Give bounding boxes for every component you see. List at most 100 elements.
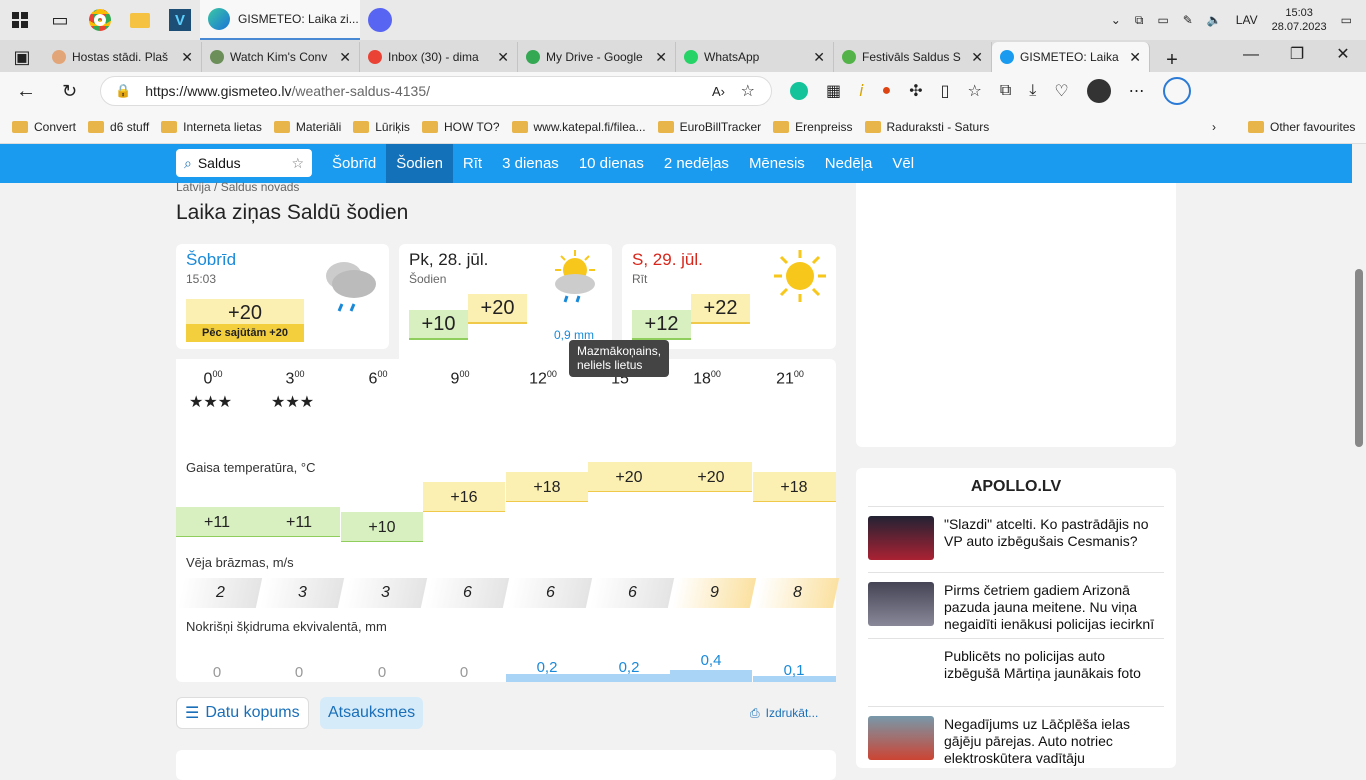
tab[interactable]: Watch Kim's Conv ✕ — [202, 42, 360, 72]
bookmark-item[interactable]: Erenpreiss — [773, 120, 853, 134]
url-input[interactable]: 🔒 https://www.gismeteo.lv/weather-saldus… — [100, 76, 772, 106]
nav-link[interactable]: 2 nedēļas — [654, 144, 739, 183]
taskbar-edge-window[interactable]: GISMETEO: Laika zi... — [200, 0, 360, 40]
tab[interactable]: Inbox (30) - dima ✕ — [360, 42, 518, 72]
taskbar: ▭ V GISMETEO: Laika zi... ⌄ ⧉ ▭ ✎ 🔈 LAV … — [0, 0, 1366, 40]
network-icon[interactable]: ▭ — [1157, 13, 1168, 27]
close-window-icon[interactable]: ✕ — [1320, 40, 1366, 70]
file-explorer-icon[interactable] — [120, 0, 160, 40]
performance-icon[interactable]: ♡ — [1054, 81, 1068, 101]
tab[interactable]: WhatsApp ✕ — [676, 42, 834, 72]
extensions-icon[interactable]: ✣ — [909, 81, 922, 101]
more-icon[interactable]: ⋯ — [1129, 81, 1145, 101]
bing-icon[interactable] — [1162, 77, 1191, 105]
bookmark-item[interactable]: www.katepal.fi/filea... — [511, 120, 646, 134]
news-item[interactable]: Negadījums uz Lāčplēša ielas gājēju pāre… — [868, 706, 1164, 767]
news-thumbnail[interactable] — [868, 516, 934, 560]
close-tab-icon[interactable]: ✕ — [339, 49, 351, 66]
folder-icon — [773, 120, 790, 133]
news-item[interactable]: Pirms četriem gadiem Arizonā pazuda jaun… — [868, 572, 1164, 633]
close-tab-icon[interactable]: ✕ — [655, 49, 667, 66]
extension-icon[interactable]: ● — [882, 82, 892, 100]
news-thumbnail[interactable] — [868, 716, 934, 760]
svg-text:★: ★ — [299, 394, 315, 411]
refresh-icon[interactable]: ↻ — [62, 81, 77, 102]
extension-icon[interactable]: ▦ — [826, 81, 841, 101]
bookmark-item[interactable]: d6 stuff — [88, 120, 149, 134]
tab[interactable]: GISMETEO: Laika ✕ — [992, 42, 1150, 72]
nav-link[interactable]: Šobrīd — [322, 144, 386, 183]
bookmark-item[interactable]: Lūriķis — [353, 120, 410, 134]
favorites-icon[interactable]: ☆ — [967, 81, 981, 101]
nav-link[interactable]: Šodien — [386, 144, 453, 183]
close-tab-icon[interactable]: ✕ — [971, 49, 983, 66]
new-tab-icon[interactable]: + — [1150, 49, 1194, 72]
clock[interactable]: 15:03 28.07.2023 — [1272, 6, 1327, 34]
restore-icon[interactable]: ❐ — [1274, 40, 1320, 70]
nav-link[interactable]: Nedēļa — [815, 144, 883, 183]
breadcrumb[interactable]: Latvija / Saldus novads — [176, 180, 299, 194]
chevron-up-icon[interactable]: ⌄ — [1111, 13, 1121, 27]
notification-icon[interactable]: ▭ — [1341, 13, 1352, 27]
volume-icon[interactable]: 🔈 — [1207, 13, 1222, 27]
tray-icon[interactable]: ⧉ — [1135, 13, 1144, 28]
precip-value: 0 — [377, 664, 387, 681]
minimize-icon[interactable]: — — [1228, 40, 1274, 70]
chrome-icon[interactable] — [80, 0, 120, 40]
news-item[interactable]: "Slazdi" atcelti. Ko pastrādājis no VP a… — [868, 506, 1164, 560]
scrollbar[interactable] — [1352, 144, 1366, 768]
bookmark-item[interactable]: Materiāli — [273, 120, 341, 134]
tab-actions-icon[interactable]: ▣ — [0, 42, 44, 72]
extension-icon[interactable]: 𝘪 — [859, 81, 863, 101]
avatar[interactable] — [1086, 79, 1111, 103]
bookmark-item[interactable]: HOW TO? — [421, 120, 500, 134]
precip-value: 0,2 — [536, 659, 558, 676]
hour-label: 600 — [368, 369, 388, 388]
chevron-right-icon[interactable]: › — [1212, 120, 1216, 134]
star-icon[interactable]: ☆ — [291, 155, 304, 172]
close-tab-icon[interactable]: ✕ — [497, 49, 509, 66]
close-tab-icon[interactable]: ✕ — [181, 49, 193, 66]
print-button[interactable]: ⎙ Izdrukāt... — [742, 697, 826, 729]
grammarly-icon[interactable] — [790, 82, 808, 100]
downloads-icon[interactable]: ⤓ — [1029, 82, 1036, 100]
discord-icon[interactable] — [360, 0, 400, 40]
news-item[interactable]: Publicēts no policijas auto izbēgušā Mār… — [868, 638, 1164, 682]
content-card — [176, 750, 836, 780]
tab[interactable]: Hostas stādi. Plaš ✕ — [44, 42, 202, 72]
bookmark-item[interactable]: Raduraksti - Saturs — [864, 120, 989, 134]
split-screen-icon[interactable]: ▯ — [941, 81, 950, 101]
feedback-button[interactable]: Atsauksmes — [320, 697, 424, 729]
now-card[interactable]: Šobrīd 15:03 +20 Pēc sajūtām +20 — [176, 244, 389, 349]
bookmark-item[interactable]: Convert — [12, 120, 76, 134]
other-favourites[interactable]: Other favourites — [1248, 120, 1355, 134]
tab[interactable]: My Drive - Google ✕ — [518, 42, 676, 72]
folder-icon — [12, 120, 28, 133]
language-indicator[interactable]: LAV — [1236, 13, 1258, 27]
search-input[interactable]: ⌕ Saldus ☆ — [176, 149, 312, 177]
favorite-star-icon[interactable]: ☆ — [741, 81, 755, 101]
tomorrow-card[interactable]: S, 29. jūl. Rīt +12 +22 — [622, 244, 836, 349]
close-tab-icon[interactable]: ✕ — [1129, 49, 1141, 66]
v-app-icon[interactable]: V — [160, 0, 200, 40]
pen-icon[interactable]: ✎ — [1183, 13, 1193, 27]
read-aloud-icon[interactable]: A› — [712, 84, 725, 99]
tab-strip: ▣ Hostas stādi. Plaš ✕ Watch Kim's Conv ✕ In… — [0, 40, 1366, 72]
collections-icon[interactable]: ⧉ — [1000, 82, 1011, 100]
nav-link[interactable]: Rīt — [453, 144, 492, 183]
close-tab-icon[interactable]: ✕ — [813, 49, 825, 66]
nav-link[interactable]: 3 dienas — [492, 144, 569, 183]
temp-value: +18 — [780, 479, 808, 496]
nav-link[interactable]: Mēnesis — [739, 144, 815, 183]
back-icon[interactable]: ← — [16, 80, 36, 103]
windows-start-icon[interactable] — [0, 0, 40, 40]
bookmark-item[interactable]: EuroBillTracker — [657, 120, 761, 134]
nav-link[interactable]: Vēl — [882, 144, 924, 183]
nav-link[interactable]: 10 dienas — [569, 144, 654, 183]
temp-value: +11 — [286, 514, 312, 531]
tab[interactable]: Festivāls Saldus S ✕ — [834, 42, 992, 72]
news-thumbnail[interactable] — [868, 582, 934, 626]
bookmark-item[interactable]: Interneta lietas — [161, 120, 262, 134]
task-view-icon[interactable]: ▭ — [40, 0, 80, 40]
data-set-button[interactable]: ☰ Datu kopums — [176, 697, 309, 729]
